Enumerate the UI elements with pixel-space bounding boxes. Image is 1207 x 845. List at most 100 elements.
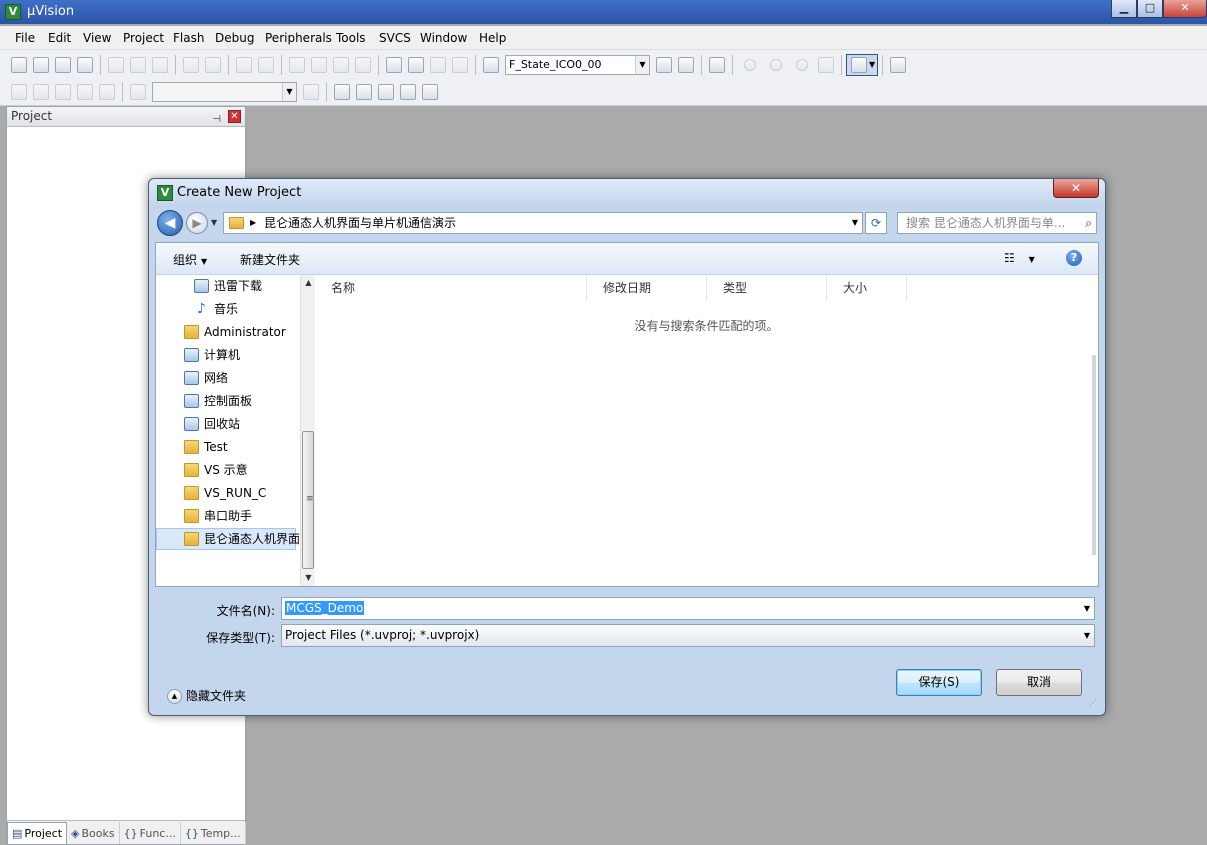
pane-close-icon[interactable]: ✕ (228, 110, 241, 123)
bookmark-icon[interactable] (289, 57, 305, 73)
chevron-down-icon[interactable]: ▼ (1084, 598, 1090, 619)
tree-item[interactable]: 迅雷下载 (156, 275, 296, 297)
tree-item[interactable]: VS 示意 (156, 459, 296, 481)
new-file-icon[interactable] (11, 57, 27, 73)
run-time-environment-icon[interactable] (422, 84, 438, 100)
cut-icon[interactable] (108, 57, 124, 73)
maximize-button[interactable]: □ (1137, 0, 1163, 18)
build-icon[interactable] (33, 84, 49, 100)
menu-peripherals[interactable]: Peripherals (265, 31, 332, 45)
menu-flash[interactable]: Flash (173, 31, 204, 45)
filetype-select[interactable]: Project Files (*.uvproj; *.uvprojx) ▼ (281, 624, 1095, 647)
close-window-button[interactable]: ✕ (1163, 0, 1207, 18)
nav-forward-icon[interactable] (258, 57, 274, 73)
search-input[interactable]: 搜索 昆仑通态人机界面与单... ⌕ (897, 212, 1097, 234)
chevron-down-icon[interactable]: ▼ (852, 213, 858, 233)
target-options-icon[interactable] (303, 84, 319, 100)
address-bar[interactable]: ▶ 昆仑通态人机界面与单片机通信演示 ▼ (223, 212, 863, 234)
refresh-icon[interactable]: ⟳ (865, 212, 887, 234)
column-header-size[interactable]: 大小 (827, 275, 907, 301)
recent-locations-chevron-icon[interactable]: ▼ (211, 218, 217, 227)
column-header-date-modified[interactable]: 修改日期 (587, 275, 707, 301)
manage-components-icon[interactable] (334, 84, 350, 100)
window-layout-button[interactable]: ▼ (846, 54, 879, 76)
tree-item[interactable]: 网络 (156, 367, 296, 389)
pin-icon[interactable]: ⊣ (212, 110, 221, 129)
stop-build-icon[interactable] (99, 84, 115, 100)
find-in-files-icon[interactable] (483, 57, 499, 73)
save-all-icon[interactable] (77, 57, 93, 73)
breadcrumb-current-folder[interactable]: 昆仑通态人机界面与单片机通信演示 (264, 213, 456, 233)
bookmark-clear-icon[interactable] (355, 57, 371, 73)
tree-item[interactable]: 计算机 (156, 344, 296, 366)
resize-grip-icon[interactable]: ⋰ (1089, 698, 1097, 707)
unindent-icon[interactable] (408, 57, 424, 73)
tree-item[interactable]: Test (156, 436, 296, 458)
bookmark-next-icon[interactable] (333, 57, 349, 73)
tree-item[interactable]: 控制面板 (156, 390, 296, 412)
save-icon[interactable] (55, 57, 71, 73)
scroll-down-icon[interactable]: ▼ (301, 570, 316, 586)
select-software-packs-icon[interactable] (400, 84, 416, 100)
breadcrumb-arrow-icon[interactable]: ▶ (250, 213, 256, 233)
menu-svcs[interactable]: SVCS (379, 31, 411, 45)
chevron-down-icon[interactable]: ▼ (1084, 625, 1090, 646)
search-icon[interactable]: ⌕ (1085, 213, 1092, 233)
incremental-find-icon[interactable] (678, 57, 694, 73)
batch-build-icon[interactable] (77, 84, 93, 100)
menu-tools[interactable]: Tools (336, 31, 366, 45)
file-extensions-icon[interactable] (356, 84, 372, 100)
tab-books[interactable]: ◈ Books (67, 822, 120, 844)
debug-session-icon[interactable] (709, 57, 725, 73)
tab-project[interactable]: ▤ Project (7, 822, 68, 844)
uncomment-icon[interactable] (452, 57, 468, 73)
menu-file[interactable]: File (15, 31, 35, 45)
undo-icon[interactable] (183, 57, 199, 73)
nav-back-icon[interactable] (236, 57, 252, 73)
menu-view[interactable]: View (83, 31, 111, 45)
navigation-scrollbar[interactable]: ▲ ≡ ▼ (300, 275, 315, 586)
copy-icon[interactable] (130, 57, 146, 73)
redo-icon[interactable] (205, 57, 221, 73)
new-folder-button[interactable]: 新建文件夹 (240, 251, 300, 268)
scroll-thumb[interactable]: ≡ (302, 431, 314, 569)
bookmark-prev-icon[interactable] (311, 57, 327, 73)
breakpoint-icon[interactable] (744, 59, 756, 71)
menu-project[interactable]: Project (123, 31, 164, 45)
tab-templates[interactable]: {} Temp... (181, 822, 246, 844)
chevron-down-icon[interactable]: ▼ (282, 83, 296, 101)
hide-folders-toggle[interactable]: ▲ 隐藏文件夹 (167, 687, 246, 704)
tree-item[interactable]: Administrator (156, 321, 296, 343)
tree-item[interactable]: VS_RUN_C (156, 482, 296, 504)
menu-debug[interactable]: Debug (215, 31, 254, 45)
translate-icon[interactable] (11, 84, 27, 100)
save-button[interactable]: 保存(S) (896, 669, 982, 696)
tree-item-selected[interactable]: 昆仑通态人机界面 (156, 528, 300, 550)
forward-arrow-icon[interactable]: ▶ (186, 212, 208, 234)
breakpoint-disable-icon[interactable] (770, 59, 782, 71)
comment-icon[interactable] (430, 57, 446, 73)
column-header-type[interactable]: 类型 (707, 275, 827, 301)
pack-installer-icon[interactable] (378, 84, 394, 100)
dialog-close-button[interactable]: ✕ (1053, 179, 1099, 198)
view-options-icon[interactable]: ☷ ▼ (1004, 251, 1035, 265)
rebuild-icon[interactable] (55, 84, 71, 100)
help-icon[interactable]: ? (1066, 250, 1082, 266)
breakpoint-kill-all-icon[interactable] (818, 57, 834, 73)
menu-help[interactable]: Help (479, 31, 506, 45)
find-icon[interactable] (656, 57, 672, 73)
paste-icon[interactable] (152, 57, 168, 73)
back-arrow-icon[interactable]: ◀ (157, 210, 183, 236)
tree-item[interactable]: 回收站 (156, 413, 296, 435)
column-header-name[interactable]: 名称 (315, 275, 587, 301)
download-load-icon[interactable] (130, 84, 146, 100)
chevron-down-icon[interactable]: ▼ (635, 56, 649, 74)
minimize-button[interactable]: ▁ (1111, 0, 1137, 18)
scroll-up-icon[interactable]: ▲ (301, 275, 316, 291)
target-combo[interactable]: F_State_ICO0_00 ▼ (505, 55, 650, 75)
open-file-icon[interactable] (33, 57, 49, 73)
tab-functions[interactable]: {} Func... (120, 822, 181, 844)
list-scrollbar[interactable] (1090, 275, 1098, 586)
indent-icon[interactable] (386, 57, 402, 73)
filename-input[interactable]: MCGS_Demo ▼ (281, 597, 1095, 620)
